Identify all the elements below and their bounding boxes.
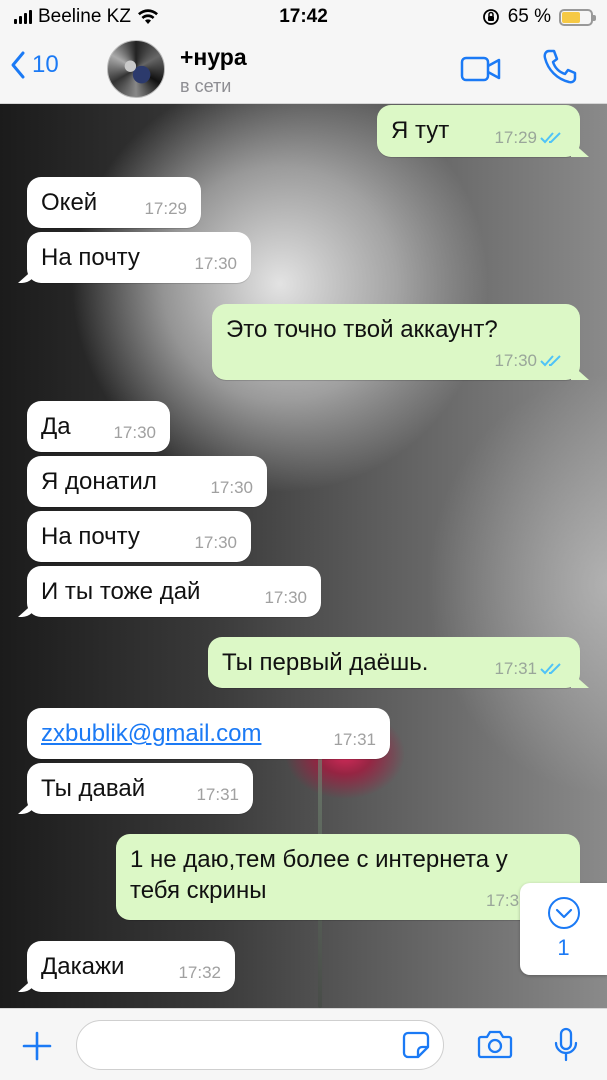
message-text: Ты первый даёшь. [222, 649, 429, 676]
battery-icon [559, 8, 596, 26]
microphone-icon[interactable] [553, 1027, 579, 1063]
message-outgoing[interactable]: Ты первый даёшь. 17:31 [208, 637, 580, 688]
message-text: Это точно твой аккаунт? [226, 316, 498, 343]
message-meta: 17:30 [494, 350, 566, 372]
video-call-icon[interactable] [460, 56, 502, 82]
message-time: 17:30 [113, 422, 156, 442]
message-incoming[interactable]: На почту 17:30 [27, 511, 251, 562]
contact-avatar[interactable] [107, 40, 165, 98]
message-incoming[interactable]: На почту 17:30 [27, 232, 251, 283]
chevron-left-icon [11, 51, 25, 79]
message-incoming[interactable]: И ты тоже дай 17:30 [27, 566, 321, 617]
message-text: Я донатил [41, 468, 157, 495]
message-incoming[interactable]: Окей 17:29 [27, 177, 201, 228]
message-meta: 17:29 [494, 127, 566, 149]
message-time: 17:30 [194, 253, 237, 273]
message-outgoing[interactable]: Я тут 17:29 [377, 105, 580, 157]
read-ticks-icon [540, 132, 561, 144]
battery-percent: 65 % [507, 6, 551, 27]
message-incoming[interactable]: Ты давай 17:31 [27, 763, 253, 814]
scroll-to-bottom-button[interactable]: 1 [520, 883, 607, 975]
status-right: 65 % [482, 6, 596, 28]
message-incoming[interactable]: Да 17:30 [27, 401, 170, 452]
contact-name[interactable]: +нура [180, 44, 247, 71]
back-button[interactable]: 10 [10, 50, 59, 80]
read-ticks-icon [540, 355, 561, 367]
plus-icon[interactable] [22, 1031, 52, 1061]
message-text: На почту [41, 523, 140, 550]
message-time: 17:30 [494, 350, 537, 370]
message-text: Дакажи [41, 953, 125, 980]
chevron-down-circle-icon [548, 897, 580, 929]
message-incoming[interactable]: zxbublik@gmail.com 17:31 [27, 708, 390, 759]
message-time: 17:3 [486, 890, 520, 910]
status-bar: Beeline KZ 17:42 65 % [0, 0, 607, 34]
message-time: 17:29 [144, 198, 187, 218]
message-time: 17:32 [178, 962, 221, 982]
message-text: 1 не даю,тем более с интернета у тебя ск… [130, 846, 508, 905]
unread-chats-count: 10 [32, 51, 59, 78]
unread-messages-count: 1 [557, 935, 570, 960]
message-time: 17:30 [210, 477, 253, 497]
email-link[interactable]: zxbublik@gmail.com [41, 720, 261, 747]
message-text: Я тут [391, 117, 450, 144]
message-outgoing[interactable]: Это точно твой аккаунт? 17:30 [212, 304, 580, 380]
message-text: Да [41, 413, 71, 440]
message-text: Ты давай [41, 775, 146, 802]
orientation-lock-icon [482, 9, 499, 25]
camera-icon[interactable] [477, 1029, 513, 1059]
sticker-icon[interactable] [402, 1031, 430, 1059]
chat-header: 10 +нура в сети [0, 34, 607, 104]
message-text: Окей [41, 189, 98, 216]
message-incoming[interactable]: Дакажи 17:32 [27, 941, 235, 992]
message-time: 17:31 [494, 658, 537, 678]
message-input-bar [0, 1008, 607, 1080]
message-time: 17:31 [333, 729, 376, 749]
message-outgoing[interactable]: 1 не даю,тем более с интернета у тебя ск… [116, 834, 580, 920]
message-time: 17:29 [494, 127, 537, 147]
message-text: На почту [41, 244, 140, 271]
message-time: 17:30 [194, 532, 237, 552]
read-ticks-icon [540, 663, 561, 675]
message-meta: 17:31 [494, 658, 566, 680]
phone-icon[interactable] [540, 48, 578, 86]
message-input[interactable] [76, 1020, 444, 1070]
message-time: 17:31 [196, 784, 239, 804]
message-incoming[interactable]: Я донатил 17:30 [27, 456, 267, 507]
message-text: И ты тоже дай [41, 578, 201, 605]
message-time: 17:30 [264, 587, 307, 607]
contact-status: в сети [180, 76, 232, 96]
